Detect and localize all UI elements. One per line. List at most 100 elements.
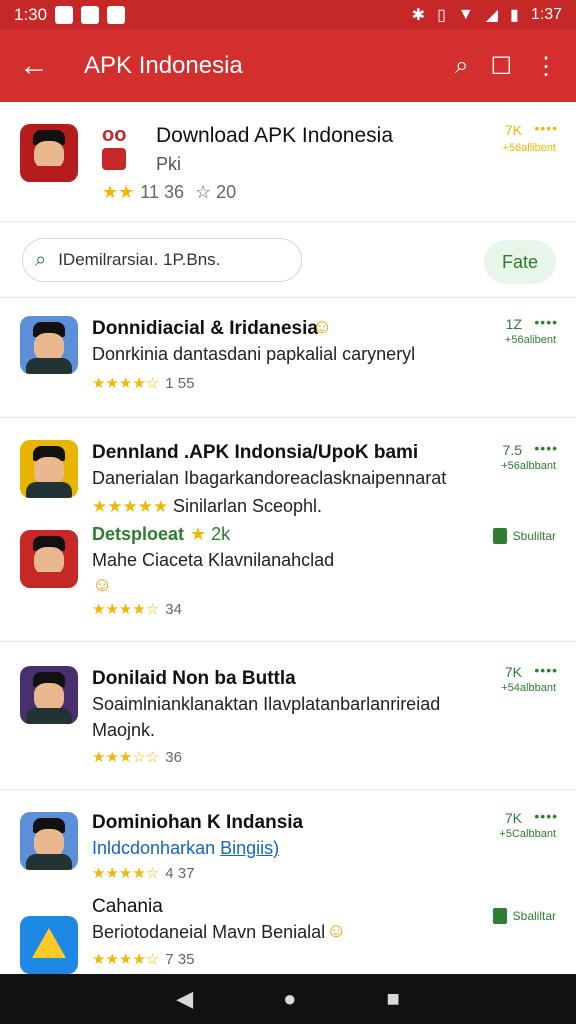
app-green-bottom-1: +56alibent [504, 334, 556, 346]
featured-green-bottom: +56allibent [502, 142, 556, 154]
app-rating-3: ★★★☆☆ 36 [92, 749, 182, 766]
recents-icon[interactable]: ■ [386, 986, 399, 1012]
app-line2-text-4: Inldcdonharkan [92, 838, 216, 858]
content: oo Download APK Indonesia Pki ★★ 11 36 ☆ … [0, 102, 576, 974]
body-shape [25, 357, 73, 374]
camera-icon [81, 6, 100, 24]
featured-sub: Pki [156, 154, 182, 174]
app-title-3: Donilaid Non ba Buttla [92, 668, 296, 689]
app-title-4: Dominiohan K Indansia [92, 812, 304, 833]
app-green-bottom-4: +5Calbbant [499, 828, 556, 840]
back-icon[interactable]: ◀ [176, 986, 193, 1012]
search-input[interactable]: ⌕ IDemilrarsiaı. 1P.Bns. [22, 238, 302, 282]
emoji-icon: ☺ [312, 316, 333, 338]
status-left: 1:30 [14, 5, 126, 25]
app-dots-icon-3[interactable]: •••• [534, 662, 558, 678]
person-avatar [20, 666, 78, 724]
search-row: ⌕ IDemilrarsiaı. 1P.Bns. Fate [0, 222, 576, 298]
app-rating-count-2: 34 [165, 601, 182, 618]
app-rating-4: ★★★★☆ 4 37 [92, 865, 195, 882]
app-rating-2: ★★★★★ Sinilarlan Sceophl. [92, 496, 323, 516]
app-green-top-3: 7K [504, 664, 522, 680]
app2-line-4: Beriotodaneial Mavn Benialal [92, 922, 326, 942]
featured-rating-count: 11 36 [140, 182, 184, 202]
download-icon [492, 528, 507, 544]
signal-icon: ◢ [485, 7, 499, 24]
featured-title: Download APK Indonesia [156, 124, 393, 147]
person-avatar [20, 812, 78, 870]
red-logo-icon: oo [102, 124, 127, 146]
app2-rating-4: ★★★★☆ 7 35 [92, 951, 195, 968]
app-line2-1: Donrkinia dantasdani papkalial caryneryl [92, 344, 416, 364]
status-bar: 1:30 ✱ ▯ ▼ ◢ ▮ 1:37 [0, 0, 576, 30]
app-dots-icon-1[interactable]: •••• [534, 314, 558, 330]
person-avatar [20, 124, 78, 182]
body-shape [25, 853, 73, 870]
app-subrating-2: ★ 2k [190, 524, 231, 544]
app-green-top-2: 7.5 [502, 442, 522, 458]
app-rating-count-4: 4 37 [165, 865, 195, 882]
status-time-right: 1:37 [530, 6, 562, 23]
featured-green-top: 7K [504, 122, 522, 138]
body-shape [25, 707, 73, 724]
red-shape-icon [102, 148, 126, 170]
app-icon-1 [20, 316, 78, 374]
vibrate-icon: ▯ [437, 7, 446, 24]
home-icon[interactable]: ● [283, 986, 296, 1012]
featured-app-icon [20, 124, 78, 182]
body-shape [25, 481, 73, 498]
bluetooth-icon: ✱ [411, 7, 426, 24]
app-rating-count-1: 1 55 [165, 375, 195, 392]
app2-title-4: Cahania [92, 896, 163, 917]
app-badge-2: Sbuliltar [492, 528, 556, 544]
filter-button[interactable]: Fate [484, 240, 556, 284]
status-right: ✱ ▯ ▼ ◢ ▮ 1:37 [412, 5, 562, 25]
app-subrating-value-2: 2k [211, 524, 231, 544]
app-item-3[interactable]: Donilaid Non ba Buttla Soaimlnianklanakt… [0, 642, 576, 790]
status-time-left: 1:30 [14, 5, 48, 24]
edit-icon[interactable]: ☐ [490, 52, 512, 81]
app-icon-2b [20, 530, 78, 588]
person-avatar [20, 440, 78, 498]
emoji-icon: ☺ [326, 920, 347, 942]
person-avatar [20, 530, 78, 588]
featured-star-extra: ☆ 20 [195, 182, 237, 202]
wifi-icon: ▼ [457, 6, 474, 23]
app-title: APK Indonesia [84, 52, 243, 79]
overflow-menu-icon[interactable]: ⋮ [534, 52, 558, 81]
app-sublabel-2: Detsploeat [92, 524, 185, 544]
person-avatar [20, 316, 78, 374]
app-item-1[interactable]: Donnidiacial & Iridanesia ☺ Donrkinia da… [0, 298, 576, 418]
app-title-2: Dennland .APK Indonsia/UpoK bami [92, 442, 419, 463]
app-badge-4: Sbaliltar [492, 908, 556, 924]
app-icon-4b [20, 916, 78, 974]
back-arrow-icon[interactable]: ← [0, 49, 68, 83]
app-bar: ← APK Indonesia ⌕ ☐ ⋮ [0, 30, 576, 102]
search-icon: ⌕ [35, 248, 47, 271]
app-rating-count-3: 36 [165, 749, 182, 766]
app-line3-2: Sinilarlan Sceophl. [172, 496, 323, 516]
system-nav-bar: ◀ ● ■ [0, 974, 576, 1024]
featured-app[interactable]: oo Download APK Indonesia Pki ★★ 11 36 ☆ … [0, 102, 576, 222]
featured-dots-icon[interactable]: •••• [534, 120, 558, 136]
download-icon [492, 908, 507, 924]
app-bar-actions: ⌕ ☐ ⋮ [455, 52, 576, 81]
app-line4-2: Mahe Ciaceta Klavnilanahclad [92, 550, 335, 570]
battery-icon: ▮ [510, 7, 519, 24]
app-dots-icon-4[interactable]: •••• [534, 808, 558, 824]
search-icon[interactable]: ⌕ [455, 52, 468, 81]
app-line2-4: Inldcdonharkan Bingiis) [92, 838, 279, 859]
app-line3-3: Maojnk. [92, 720, 156, 740]
app-green-top-1: 1Z [505, 316, 522, 332]
triangle-logo-icon [32, 928, 66, 958]
app-item-4[interactable]: Dominiohan K Indansia Inldcdonharkan Bin… [0, 790, 576, 974]
app2-rating-count-4: 7 35 [165, 951, 195, 968]
app-item-2[interactable]: Dennland .APK Indonsia/UpoK bami Daneria… [0, 418, 576, 642]
body-shape [25, 165, 73, 182]
app-dots-icon-2[interactable]: •••• [534, 440, 558, 456]
app-icon-3 [20, 666, 78, 724]
notification-icon [55, 6, 74, 24]
emoji-icon: ☺ [92, 574, 113, 596]
app-green-bottom-3: +54albbant [501, 682, 556, 694]
app-link-4[interactable]: Bingiis) [220, 838, 279, 858]
